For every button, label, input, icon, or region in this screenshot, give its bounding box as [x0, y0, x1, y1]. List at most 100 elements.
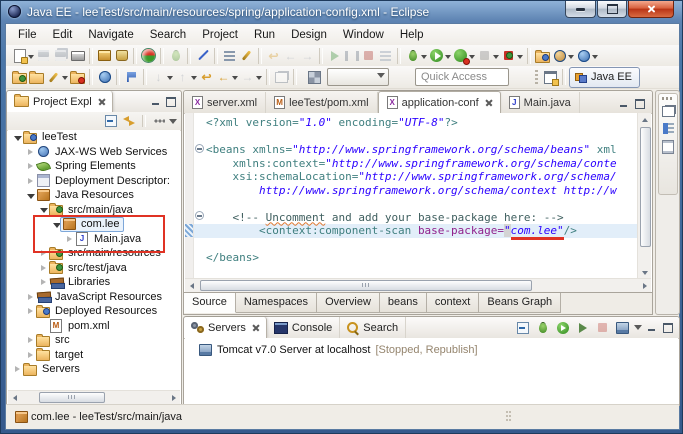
page-tab-source[interactable]: Source — [184, 293, 236, 313]
view-menu-button[interactable] — [151, 114, 167, 129]
menu-help[interactable]: Help — [392, 27, 432, 43]
project-explorer-hscrollbar[interactable] — [8, 390, 180, 404]
view-menu-caret[interactable] — [634, 325, 642, 334]
publish-button[interactable] — [614, 320, 631, 336]
start-server-button[interactable] — [554, 320, 571, 336]
editor-style-combobox[interactable] — [327, 68, 389, 86]
menu-navigate[interactable]: Navigate — [80, 27, 141, 43]
minimize-button[interactable] — [565, 1, 596, 18]
editor-hscrollbar[interactable] — [185, 278, 651, 292]
fold-gutter[interactable] — [194, 113, 205, 279]
link-with-editor-button[interactable] — [121, 114, 137, 129]
title-bar[interactable]: Java EE - leeTest/src/main/resources/spr… — [1, 1, 682, 23]
tree-item-deployment-descriptor[interactable]: Deployment Descriptor: — [8, 174, 180, 189]
new-window-button[interactable] — [273, 69, 290, 86]
menu-project[interactable]: Project — [194, 27, 246, 43]
page-tab-beans[interactable]: beans — [379, 293, 427, 313]
previous-annotation-caret[interactable] — [191, 76, 197, 83]
tab-application-config[interactable]: Xapplication-conf — [377, 91, 501, 113]
debug-button[interactable] — [404, 47, 421, 64]
debug-dropdown-caret[interactable] — [421, 54, 427, 62]
tree-item-jaxws[interactable]: JAX-WS Web Services — [8, 145, 180, 160]
maximize-button[interactable] — [597, 1, 627, 18]
tree-item-target[interactable]: target — [8, 348, 180, 363]
export-button[interactable] — [28, 69, 45, 86]
last-edit-button[interactable]: ↩ — [265, 47, 282, 64]
scrollbar-thumb[interactable] — [200, 280, 532, 291]
forward-history-caret[interactable] — [256, 76, 262, 83]
close-tab-icon[interactable] — [485, 99, 492, 106]
perspective-javaee-button[interactable]: Java EE — [569, 66, 640, 88]
tree-item-deployed-resources[interactable]: Deployed Resources — [8, 304, 180, 319]
highlighter-dropdown-caret[interactable] — [62, 76, 68, 83]
scrollbar-thumb[interactable] — [640, 127, 651, 247]
open-task-button[interactable] — [534, 47, 551, 64]
tab-project-explorer[interactable]: Project Expl — [7, 91, 113, 112]
page-tab-beans-graph[interactable]: Beans Graph — [479, 293, 562, 313]
outline-view-icon[interactable] — [662, 123, 674, 134]
synchronize-button[interactable] — [69, 69, 86, 86]
editor-content[interactable]: <?xml version="1.0" encoding="UTF-8"?> <… — [185, 113, 651, 279]
tree-item-com-lee[interactable]: com.lee — [8, 216, 180, 232]
scroll-left-icon[interactable] — [8, 391, 21, 404]
editor-vscrollbar[interactable] — [637, 113, 651, 279]
web-globe-button[interactable] — [96, 69, 113, 86]
restore-view-icon[interactable] — [661, 106, 675, 117]
pin-editor-button[interactable] — [238, 47, 255, 64]
scrollbar-thumb[interactable] — [39, 392, 105, 403]
scroll-right-icon[interactable] — [167, 391, 180, 404]
open-perspective-button[interactable] — [542, 69, 559, 86]
skip-breakpoints-button[interactable] — [194, 47, 211, 64]
tree-item-leetest[interactable]: leeTest — [8, 130, 180, 145]
back-history-button[interactable]: ← — [215, 69, 232, 86]
previous-annotation-button[interactable]: ↑ — [174, 69, 191, 86]
maximize-editor-button[interactable] — [633, 98, 646, 109]
maven-update-button[interactable] — [140, 47, 157, 64]
snippets-view-icon[interactable] — [662, 140, 674, 154]
tree-item-src-test-java[interactable]: src/test/java — [8, 261, 180, 276]
web-browser-dropdown-caret[interactable] — [592, 54, 598, 62]
new-wizard-button[interactable] — [11, 47, 28, 64]
tab-search[interactable]: Search — [340, 317, 407, 338]
close-view-icon[interactable] — [252, 324, 259, 331]
view-menu-caret[interactable] — [169, 118, 177, 128]
mark-occurrences-button[interactable] — [221, 47, 238, 64]
menu-window[interactable]: Window — [335, 27, 392, 43]
tree-item-main-java[interactable]: J Main.java — [8, 231, 180, 247]
menu-run[interactable]: Run — [246, 27, 283, 43]
run-button[interactable] — [428, 47, 445, 64]
validate-button[interactable] — [123, 69, 140, 86]
tab-server-xml[interactable]: Xserver.xml — [184, 92, 267, 113]
page-tab-context[interactable]: context — [426, 293, 480, 313]
tree-item-java-resources[interactable]: Java Resources — [8, 188, 180, 203]
new-server-button[interactable] — [551, 47, 568, 64]
maximize-view-button[interactable] — [661, 322, 674, 333]
stop-button[interactable] — [476, 47, 493, 64]
tree-item-libraries[interactable]: Libraries — [8, 275, 180, 290]
collapse-all-button[interactable] — [103, 114, 119, 129]
close-button[interactable] — [628, 1, 674, 18]
forward-history-button[interactable]: → — [239, 69, 256, 86]
tab-pom-xml[interactable]: MleeTest/pom.xml — [266, 92, 378, 113]
tree-item-servers[interactable]: Servers — [8, 362, 180, 377]
save-button[interactable] — [35, 47, 52, 64]
page-tab-namespaces[interactable]: Namespaces — [235, 293, 318, 313]
menu-design[interactable]: Design — [283, 27, 335, 43]
tree-item-src[interactable]: src — [8, 333, 180, 348]
tab-console[interactable]: Console — [267, 317, 341, 338]
next-annotation-caret[interactable] — [167, 76, 173, 83]
minimize-view-button[interactable] — [645, 322, 658, 333]
close-view-icon[interactable] — [98, 98, 105, 105]
tree-item-spring-elements[interactable]: Spring Elements — [8, 159, 180, 174]
scroll-right-icon[interactable] — [638, 279, 651, 292]
tree-item-pom-xml[interactable]: Mpom.xml — [8, 318, 180, 334]
code-area[interactable]: <?xml version="1.0" encoding="UTF-8"?> <… — [194, 116, 638, 265]
terminate-button[interactable] — [360, 47, 377, 64]
new-dropdown-caret[interactable] — [28, 54, 34, 62]
javadoc-button[interactable] — [113, 47, 130, 64]
tab-main-java[interactable]: J Main.java — [501, 92, 580, 113]
menu-file[interactable]: File — [10, 27, 45, 43]
print-button[interactable] — [69, 47, 86, 64]
launch-client-button[interactable] — [167, 47, 184, 64]
coverage-button[interactable] — [452, 47, 470, 65]
